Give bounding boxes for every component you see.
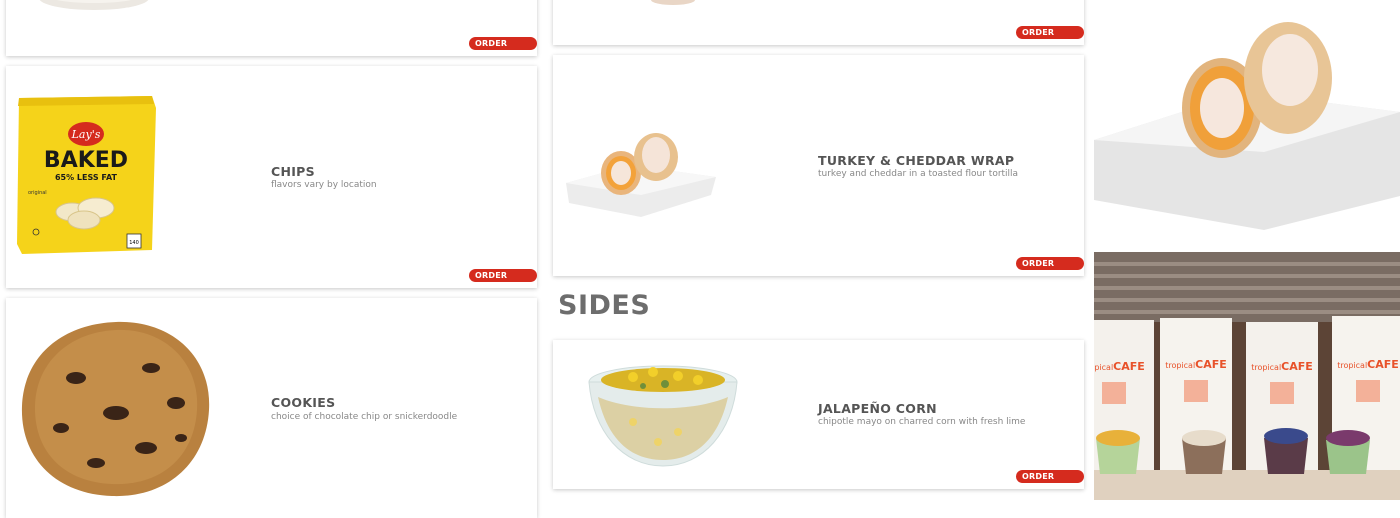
item-title: COOKIES xyxy=(271,395,336,410)
food-image xyxy=(24,0,164,14)
svg-text:140: 140 xyxy=(129,240,139,246)
item-description: chipotle mayo on charred corn with fresh… xyxy=(818,417,1026,427)
order-now-button[interactable]: ORDER NOW xyxy=(1016,257,1084,276)
food-image xyxy=(613,0,723,6)
svg-text:BAKED: BAKED xyxy=(44,148,128,173)
item-description: flavors vary by location xyxy=(271,180,377,190)
item-title: JALAPEÑO CORN xyxy=(818,401,937,416)
menu-card-jalapeno-corn[interactable]: JALAPEÑO CORN chipotle mayo on charred c… xyxy=(553,340,1084,489)
item-title: CHIPS xyxy=(271,164,315,179)
order-now-button[interactable]: ORDER NOW xyxy=(1016,26,1084,45)
item-description: turkey and cheddar in a toasted flour to… xyxy=(818,169,1019,179)
order-now-button[interactable]: ORDER NOW xyxy=(469,37,537,56)
menu-card-top-left: ORDER NOW xyxy=(6,0,537,56)
section-title-sides: SIDES xyxy=(558,290,651,321)
order-now-button[interactable]: ORDER NOW xyxy=(469,269,537,288)
order-now-button[interactable]: ORDER NOW xyxy=(1016,470,1084,489)
svg-text:original: original xyxy=(28,190,47,196)
svg-text:65% LESS FAT: 65% LESS FAT xyxy=(55,173,118,182)
wrap-image xyxy=(561,125,721,225)
item-description: choice of chocolate chip or snickerdoodl… xyxy=(271,412,458,422)
wrap-photo xyxy=(1094,0,1400,250)
menu-card-chips[interactable]: Lay's BAKED 65% LESS FAT original 140 CH… xyxy=(6,66,537,288)
menu-card-top-middle: ORDER NOW xyxy=(553,0,1084,45)
menu-card-turkey-wrap[interactable]: TURKEY & CHEDDAR WRAP turkey and cheddar… xyxy=(553,55,1084,276)
item-title: TURKEY & CHEDDAR WRAP xyxy=(818,153,1015,168)
menu-card-cookies[interactable]: COOKIES choice of chocolate chip or snic… xyxy=(6,298,537,518)
chips-bag-image: Lay's BAKED 65% LESS FAT original 140 xyxy=(14,94,159,258)
cookie-image xyxy=(16,318,216,500)
svg-text:Lay's: Lay's xyxy=(71,128,101,141)
corn-bowl-image xyxy=(583,362,743,468)
cafe-bags-photo: tropicalCAFE tropicalCAFE tropicalCAFE t… xyxy=(1094,252,1400,500)
